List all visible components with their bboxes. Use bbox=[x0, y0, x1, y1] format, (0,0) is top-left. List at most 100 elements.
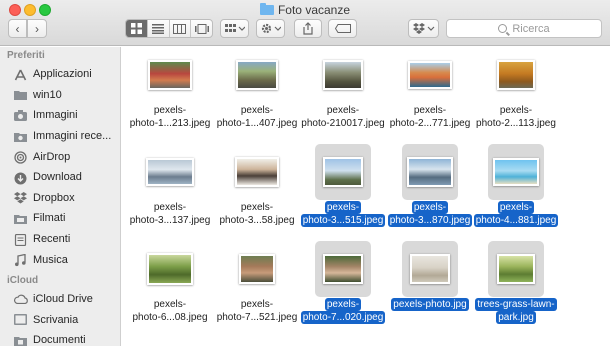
file-item[interactable]: pexels-photo-3...137.jpeg bbox=[126, 144, 214, 240]
file-item[interactable]: pexels-photo-210017.jpeg bbox=[299, 47, 387, 143]
file-name-line-1: pexels-photo.jpg bbox=[391, 298, 469, 311]
group-grid-icon bbox=[224, 23, 245, 32]
sidebar-item-immagini[interactable]: Immagini bbox=[0, 105, 120, 126]
file-item[interactable]: pexels-photo-3...870.jpeg bbox=[386, 144, 474, 240]
file-name-line-2: photo-3...58.jpeg bbox=[219, 215, 295, 226]
file-thumbnail-frame bbox=[142, 47, 198, 103]
file-item[interactable]: pexels-photo-3...515.jpeg bbox=[299, 144, 387, 240]
sidebar-item-applicazioni[interactable]: Applicazioni bbox=[0, 64, 120, 85]
file-item[interactable]: pexels-photo-4...881.jpeg bbox=[472, 144, 560, 240]
image-thumbnail bbox=[497, 60, 535, 90]
image-thumbnail bbox=[235, 157, 279, 187]
file-item[interactable]: pexels-photo-1...213.jpeg bbox=[126, 47, 214, 143]
file-item[interactable]: pexels-photo-6...08.jpeg bbox=[126, 241, 214, 337]
sidebar-item-airdrop[interactable]: AirDrop bbox=[0, 146, 120, 167]
file-item[interactable]: pexels-photo-3...58.jpeg bbox=[213, 144, 301, 240]
file-name: trees-grass-lawn-park.jpg bbox=[472, 298, 560, 324]
action-menu-button[interactable] bbox=[256, 19, 285, 38]
column-view-button[interactable] bbox=[170, 20, 192, 37]
image-thumbnail bbox=[323, 60, 363, 90]
file-thumbnail-frame bbox=[315, 241, 371, 297]
file-name-line-2: photo-3...870.jpeg bbox=[387, 214, 473, 227]
file-name-line-2: photo-1...407.jpeg bbox=[216, 118, 298, 129]
sidebar-item-label: Scrivania bbox=[33, 313, 79, 326]
file-name-line-1: pexels- bbox=[324, 298, 362, 311]
recent-images-icon bbox=[14, 131, 27, 142]
file-name-line-2: photo-2...113.jpeg bbox=[476, 118, 556, 129]
file-thumbnail-frame bbox=[229, 144, 285, 200]
sidebar-item-download[interactable]: Download bbox=[0, 167, 120, 188]
image-thumbnail bbox=[323, 157, 363, 187]
icon-view-button[interactable] bbox=[126, 20, 148, 37]
tags-button[interactable] bbox=[328, 19, 357, 38]
view-mode-selector[interactable] bbox=[125, 19, 213, 38]
sidebar-item-recenti[interactable]: Recenti bbox=[0, 229, 120, 250]
file-name: pexels-photo-2...771.jpeg bbox=[386, 104, 474, 130]
forward-button[interactable]: › bbox=[27, 19, 47, 38]
sidebar-item-scrivania[interactable]: Scrivania bbox=[0, 310, 120, 331]
file-item[interactable]: trees-grass-lawn-park.jpg bbox=[472, 241, 560, 337]
sidebar-item-label: Filmati bbox=[33, 212, 66, 225]
sidebar-item-icloud-drive[interactable]: iCloud Drive bbox=[0, 289, 120, 310]
file-thumbnail-frame bbox=[315, 144, 371, 200]
sidebar-item-label: Applicazioni bbox=[33, 68, 92, 81]
cloud-icon bbox=[14, 294, 28, 305]
airdrop-icon bbox=[14, 151, 27, 164]
sidebar-item-immagini-rece[interactable]: Immagini rece... bbox=[0, 126, 120, 147]
file-name: pexels-photo-6...08.jpeg bbox=[126, 298, 214, 324]
folder-icon bbox=[259, 3, 274, 15]
file-name-line-2: photo-1...213.jpeg bbox=[129, 118, 211, 129]
image-thumbnail bbox=[497, 254, 535, 284]
file-thumbnail-frame bbox=[488, 47, 544, 103]
search-field[interactable]: Ricerca bbox=[446, 19, 602, 38]
file-name-line-2: photo-3...137.jpeg bbox=[129, 215, 211, 226]
group-by-button[interactable] bbox=[220, 19, 249, 38]
file-name: pexels-photo-2...113.jpeg bbox=[472, 104, 560, 130]
file-name: pexels-photo-1...213.jpeg bbox=[126, 104, 214, 130]
folder-icon bbox=[14, 89, 27, 101]
file-item[interactable]: pexels-photo-7...020.jpeg bbox=[299, 241, 387, 337]
file-name-line-2: photo-2...771.jpeg bbox=[389, 118, 471, 129]
file-item[interactable]: pexels-photo-1...407.jpeg bbox=[213, 47, 301, 143]
back-button[interactable]: ‹ bbox=[8, 19, 27, 38]
search-icon bbox=[498, 24, 508, 33]
file-name-line-1: pexels- bbox=[413, 105, 447, 116]
file-thumbnail-frame bbox=[402, 241, 458, 297]
file-name: pexels-photo-4...881.jpeg bbox=[472, 201, 560, 227]
list-view-button[interactable] bbox=[148, 20, 170, 37]
sidebar-item-win10[interactable]: win10 bbox=[0, 85, 120, 106]
camera-icon bbox=[14, 109, 27, 121]
sidebar-item-filmati[interactable]: Filmati bbox=[0, 208, 120, 229]
sidebar-item-musica[interactable]: Musica bbox=[0, 249, 120, 270]
gallery-icon bbox=[194, 23, 209, 34]
sidebar-item-documenti[interactable]: Documenti bbox=[0, 330, 120, 346]
music-icon bbox=[14, 253, 27, 267]
sidebar-section-icloud: iCloud bbox=[7, 274, 39, 286]
tag-icon bbox=[334, 24, 351, 33]
file-name-line-2: photo-6...08.jpeg bbox=[132, 312, 208, 323]
dropbox-button[interactable] bbox=[408, 19, 439, 38]
file-thumbnail-frame bbox=[142, 144, 198, 200]
file-item[interactable]: pexels-photo.jpg bbox=[386, 241, 474, 337]
file-thumbnail-frame bbox=[229, 241, 285, 297]
file-item[interactable]: pexels-photo-2...113.jpeg bbox=[472, 47, 560, 143]
gallery-view-button[interactable] bbox=[191, 20, 212, 37]
grid-icon bbox=[130, 23, 142, 34]
share-button[interactable] bbox=[294, 19, 322, 38]
file-name-line-1: pexels- bbox=[153, 299, 187, 310]
file-item[interactable]: pexels-photo-7...521.jpeg bbox=[213, 241, 301, 337]
sidebar-item-dropbox[interactable]: Dropbox bbox=[0, 188, 120, 209]
file-name: pexels-photo-1...407.jpeg bbox=[213, 104, 301, 130]
file-name-line-2: photo-210017.jpeg bbox=[301, 118, 385, 129]
sidebar-item-label: Dropbox bbox=[33, 191, 75, 204]
list-icon bbox=[152, 23, 165, 34]
file-name-line-1: pexels- bbox=[411, 201, 449, 214]
favorites-list: Applicazioni win10 Immagini Immagini rece..… bbox=[0, 64, 120, 270]
file-name: pexels-photo-210017.jpeg bbox=[299, 104, 387, 130]
window-title: Foto vacanze bbox=[0, 3, 610, 17]
sidebar-item-label: Download bbox=[33, 171, 82, 184]
file-item[interactable]: pexels-photo-2...771.jpeg bbox=[386, 47, 474, 143]
image-thumbnail bbox=[408, 61, 452, 89]
file-thumbnail-frame bbox=[488, 241, 544, 297]
file-name: pexels-photo-3...515.jpeg bbox=[299, 201, 387, 227]
